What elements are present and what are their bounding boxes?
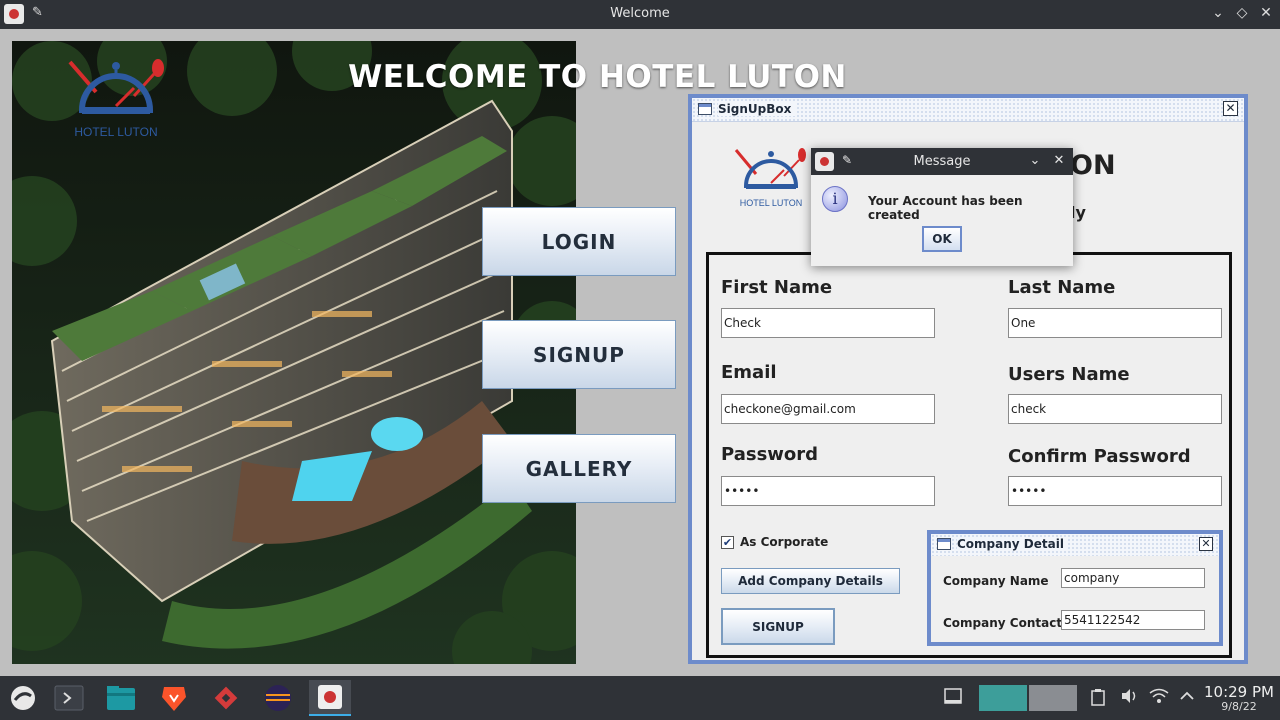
as-corporate-checkbox[interactable]: ✔ (721, 535, 734, 549)
message-dialog: ✎ Message ⌄ ✕ i Your Account has been cr… (811, 148, 1073, 266)
virtual-desktop-1[interactable] (979, 685, 1027, 711)
company-detail-close-icon[interactable]: ✕ (1199, 537, 1213, 551)
info-icon: i (822, 186, 848, 212)
signup-heading-partial: ON (1070, 150, 1116, 181)
window-titlebar: ✎ Welcome ⌄ ◇ ✕ (0, 0, 1280, 29)
last-name-input[interactable]: One (1008, 308, 1222, 338)
virtual-desktop-2[interactable] (1029, 685, 1077, 711)
company-detail-frame: Company Detail ✕ Company Name company Co… (927, 530, 1223, 646)
login-button[interactable]: LOGIN (482, 207, 676, 276)
minimize-chevron-icon[interactable]: ⌄ (1209, 5, 1227, 21)
eclipse-ide-icon[interactable] (257, 680, 299, 716)
confirm-password-input[interactable]: ••••• (1008, 476, 1222, 506)
company-name-label: Company Name (943, 574, 1049, 588)
terminal-icon[interactable] (48, 680, 90, 716)
add-company-details-button[interactable]: Add Company Details (721, 568, 900, 594)
company-detail-titlebar[interactable]: Company Detail ✕ (931, 534, 1219, 556)
show-desktop-icon[interactable] (944, 688, 962, 708)
email-label: Email (721, 362, 777, 383)
signup-main-button[interactable]: SIGNUP (482, 320, 676, 389)
signup-box-titlebar[interactable]: SignUpBox ✕ (692, 98, 1244, 122)
taskbar (0, 676, 1280, 720)
clock-date[interactable]: 9/8/22 (1203, 700, 1275, 713)
username-label: Users Name (1008, 364, 1130, 385)
signup-form-panel: First Name Check Last Name One Email che… (706, 252, 1232, 658)
file-manager-icon[interactable] (100, 680, 142, 716)
app-launcher-icon[interactable] (2, 680, 44, 716)
company-name-input[interactable]: company (1061, 568, 1205, 588)
password-input[interactable]: ••••• (721, 476, 935, 506)
first-name-label: First Name (721, 277, 833, 298)
volume-icon[interactable] (1120, 688, 1138, 708)
email-input[interactable]: checkone@gmail.com (721, 394, 935, 424)
frame-window-icon (937, 538, 951, 550)
clipboard-icon[interactable] (1091, 688, 1105, 710)
welcome-heading: WELCOME TO HOTEL LUTON (348, 59, 847, 95)
as-corporate-row[interactable]: ✔ As Corporate (721, 535, 828, 549)
signup-logo-text: HOTEL LUTON (740, 198, 803, 208)
clock-time[interactable]: 10:29 PM (1203, 683, 1275, 701)
signup-box-title: SignUpBox (718, 102, 796, 116)
first-name-input[interactable]: Check (721, 308, 935, 338)
close-icon[interactable]: ✕ (1051, 153, 1067, 168)
company-detail-title: Company Detail (957, 537, 1068, 551)
company-contact-input[interactable]: 5541122542 (1061, 610, 1205, 630)
username-input[interactable]: check (1008, 394, 1222, 424)
ok-button[interactable]: OK (922, 226, 962, 252)
java-app-taskbar-icon[interactable] (309, 680, 351, 716)
wifi-icon[interactable] (1149, 688, 1169, 708)
brave-browser-icon[interactable] (153, 680, 195, 716)
app-red-diamond-icon[interactable] (205, 680, 247, 716)
logo-text: HOTEL LUTON (74, 125, 157, 139)
frame-window-icon (698, 103, 712, 115)
window-title: Welcome (610, 6, 670, 21)
maximize-diamond-icon[interactable]: ◇ (1233, 5, 1251, 21)
company-contact-label: Company Contact (943, 616, 1063, 630)
signup-box-close-icon[interactable]: ✕ (1223, 101, 1238, 116)
confirm-password-label: Confirm Password (1008, 446, 1191, 467)
gallery-button[interactable]: GALLERY (482, 434, 676, 503)
message-dialog-titlebar[interactable]: ✎ Message ⌄ ✕ (811, 148, 1073, 175)
as-corporate-label: As Corporate (740, 535, 829, 549)
last-name-label: Last Name (1008, 277, 1116, 298)
minimize-chevron-icon[interactable]: ⌄ (1027, 153, 1043, 168)
tray-expand-chevron-icon[interactable] (1179, 688, 1195, 708)
password-label: Password (721, 444, 819, 465)
signup-logo: HOTEL LUTON (734, 148, 806, 208)
close-icon[interactable]: ✕ (1257, 5, 1275, 21)
signup-submit-button[interactable]: SIGNUP (721, 608, 835, 645)
message-body: Your Account has been created (868, 194, 1023, 222)
